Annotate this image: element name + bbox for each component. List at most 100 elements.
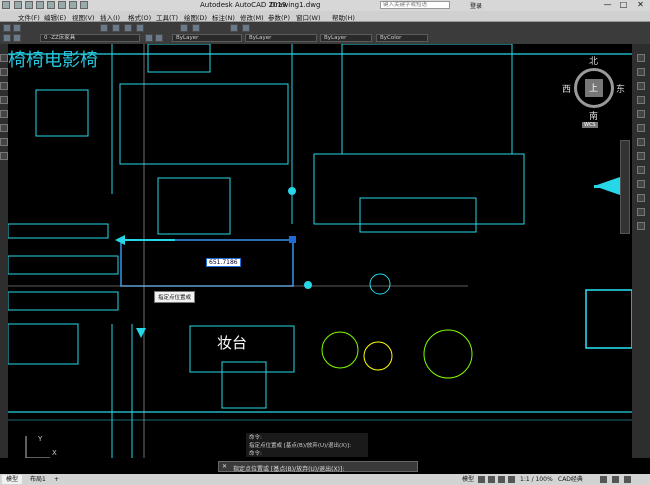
ucs-y-label: Y <box>38 435 43 443</box>
new-file-icon[interactable] <box>14 1 22 9</box>
menu-edit[interactable]: 编辑(E) <box>44 12 66 22</box>
tab-model[interactable]: 模型 <box>2 475 23 484</box>
fullscreen-icon[interactable] <box>612 476 619 483</box>
insert-block-icon[interactable] <box>0 152 8 160</box>
undo-icon[interactable] <box>69 1 77 9</box>
redo-icon[interactable] <box>80 1 88 9</box>
app-menu-icon[interactable] <box>2 1 10 9</box>
fillet-tool-icon[interactable] <box>637 208 645 216</box>
login-button[interactable]: 登录 <box>470 1 482 10</box>
arc-tool-icon[interactable] <box>0 96 8 104</box>
copy-tool-icon[interactable] <box>637 68 645 76</box>
tool-icon-d[interactable] <box>136 24 144 32</box>
menu-view[interactable]: 视图(V) <box>72 12 95 22</box>
open-file-icon[interactable] <box>25 1 33 9</box>
menu-help[interactable]: 帮助(H) <box>332 12 355 22</box>
close-command-icon[interactable]: ✕ <box>222 463 227 470</box>
model-space-button[interactable]: 模型 <box>458 475 478 484</box>
scale-tool-icon[interactable] <box>637 152 645 160</box>
command-history-line: 命令: <box>249 451 262 457</box>
circle-tool-icon[interactable] <box>0 82 8 90</box>
layer-on-icon[interactable] <box>3 34 11 42</box>
save-as-icon[interactable] <box>47 1 55 9</box>
annotation-scale[interactable]: 1:1 / 100% <box>516 475 557 484</box>
tool-icon-a[interactable] <box>100 24 108 32</box>
command-history: 命令: 指定点位置或 [基点(B)/放弃(U)/退出(X)]: 命令: <box>246 433 368 457</box>
lineweight-dropdown[interactable]: ByLayer <box>320 34 372 42</box>
rectangle-tool-icon[interactable] <box>0 110 8 118</box>
grid-icon[interactable] <box>478 476 485 483</box>
layer-previous-icon[interactable] <box>155 34 163 42</box>
command-prompt[interactable]: 指定点位置或 [基点(B)/放弃(U)/退出(X)]: <box>233 464 344 473</box>
menu-draw[interactable]: 绘图(D) <box>184 12 207 22</box>
save-icon[interactable] <box>36 1 44 9</box>
print-icon[interactable] <box>58 1 66 9</box>
ucs-x-label: X <box>52 449 57 457</box>
make-current-icon[interactable] <box>145 34 153 42</box>
extend-tool-icon[interactable] <box>637 194 645 202</box>
rotate-tool-icon[interactable] <box>637 138 645 146</box>
menu-bar: 文件(F) 编辑(E) 视图(V) 插入(I) 格式(O) 工具(T) 绘图(D… <box>0 11 650 22</box>
explode-tool-icon[interactable] <box>637 222 645 230</box>
line-tool-icon[interactable] <box>0 54 8 62</box>
plotstyle-dropdown[interactable]: ByColor <box>376 34 428 42</box>
tab-layout1[interactable]: 布局1 <box>26 475 50 484</box>
ortho-icon[interactable] <box>498 476 505 483</box>
polar-icon[interactable] <box>508 476 515 483</box>
maximize-button[interactable]: □ <box>616 0 631 10</box>
menu-insert[interactable]: 插入(I) <box>100 12 120 22</box>
command-history-line: 命令: <box>249 435 262 441</box>
search-input[interactable]: 键入关键字或短语 <box>380 1 450 9</box>
trim-tool-icon[interactable] <box>637 180 645 188</box>
offset-tool-icon[interactable] <box>637 96 645 104</box>
minimize-button[interactable]: — <box>600 0 615 10</box>
tool-icon-f[interactable] <box>192 24 200 32</box>
drawing-svg <box>8 44 632 458</box>
layer-dropdown[interactable]: 0 -ZZ床家具 <box>40 34 140 42</box>
workspace-switch[interactable]: CAD经典 <box>554 475 587 484</box>
polyline-tool-icon[interactable] <box>0 68 8 76</box>
linetype-dropdown[interactable]: ByLayer <box>245 34 317 42</box>
tool-icon-h[interactable] <box>242 24 250 32</box>
erase-tool-icon[interactable] <box>637 54 645 62</box>
wcs-label[interactable]: WCS <box>582 122 598 128</box>
layer-properties-icon[interactable] <box>3 24 11 32</box>
layer-freeze-icon[interactable] <box>13 34 21 42</box>
mirror-tool-icon[interactable] <box>637 82 645 90</box>
hatch-tool-icon[interactable] <box>0 124 8 132</box>
color-dropdown[interactable]: ByLayer <box>172 34 242 42</box>
viewcube[interactable]: 上 北 南 东 西 WCS <box>562 54 625 128</box>
menu-modify[interactable]: 修改(M) <box>240 12 264 22</box>
viewcube-top-label: 上 <box>589 84 599 94</box>
tool-icon-e[interactable] <box>180 24 188 32</box>
stretch-tool-icon[interactable] <box>637 166 645 174</box>
compass-south: 南 <box>589 112 599 122</box>
layer-state-icon[interactable] <box>13 24 21 32</box>
menu-format[interactable]: 格式(O) <box>128 12 151 22</box>
draw-toolbar <box>0 44 8 458</box>
menu-parametric[interactable]: 参数(P) <box>268 12 290 22</box>
menu-window[interactable]: 窗口(W) <box>296 12 321 22</box>
menu-dimension[interactable]: 标注(N) <box>212 12 235 22</box>
customize-icon[interactable] <box>600 476 607 483</box>
compass-west: 西 <box>562 85 572 95</box>
array-tool-icon[interactable] <box>637 110 645 118</box>
room-label: 妆台 <box>217 334 248 352</box>
tool-icon-b[interactable] <box>112 24 120 32</box>
viewcube-face[interactable]: 上 <box>585 79 603 97</box>
snap-icon[interactable] <box>488 476 495 483</box>
drawing-canvas[interactable]: 椅椅电影椅 651.7186 指定点位置或 妆台 Y X 上 北 南 东 西 W… <box>8 44 632 458</box>
tool-icon-c[interactable] <box>124 24 132 32</box>
tool-icon-g[interactable] <box>230 24 238 32</box>
move-tool-icon[interactable] <box>637 124 645 132</box>
menu-tools[interactable]: 工具(T) <box>156 12 178 22</box>
text-tool-icon[interactable] <box>0 138 8 146</box>
properties-toolbar: 0 -ZZ床家具 ByLayer ByLayer ByLayer ByColor <box>0 22 650 44</box>
menu-file[interactable]: 文件(F) <box>18 12 40 22</box>
add-layout-icon[interactable]: + <box>50 475 63 484</box>
dynamic-input-box[interactable]: 651.7186 <box>206 258 241 267</box>
close-button[interactable]: ✕ <box>633 0 648 10</box>
navigation-bar[interactable] <box>620 140 630 234</box>
command-line[interactable]: ✕ 指定点位置或 [基点(B)/放弃(U)/退出(X)]: <box>218 461 418 473</box>
menu-icon[interactable] <box>624 476 631 483</box>
